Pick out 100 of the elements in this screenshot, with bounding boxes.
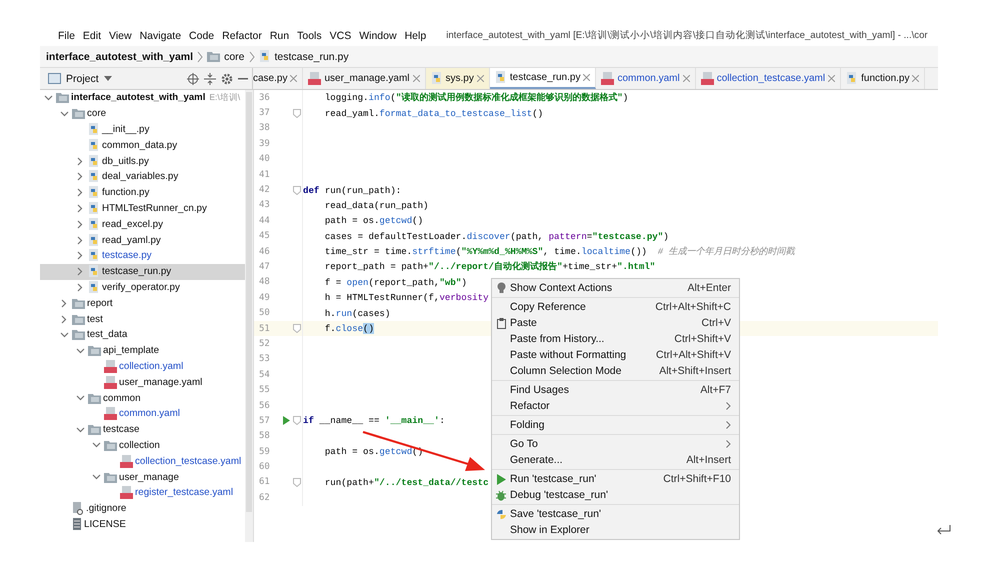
menu-item[interactable]: Refactor (218, 30, 266, 42)
close-icon[interactable] (682, 75, 690, 82)
tree-item[interactable]: api_template (40, 342, 245, 359)
editor-tab[interactable]: collection_testcase.yaml (696, 68, 842, 89)
chevron-down-icon[interactable] (44, 94, 52, 101)
python-icon (496, 508, 506, 520)
tree-item[interactable]: LICENSE (40, 516, 245, 532)
menu-item[interactable]: Run 'testcase_run' Ctrl+Shift+F10 (492, 471, 739, 487)
menu-item[interactable]: Run (266, 30, 294, 42)
scrollbar[interactable] (246, 92, 252, 512)
menu-item[interactable]: Navigate (136, 30, 186, 42)
tree-item[interactable]: collection_testcase.yaml (40, 453, 245, 470)
tree-item[interactable]: test (40, 311, 245, 327)
shortcut-text: Alt+Enter (688, 282, 731, 294)
breadcrumb-item[interactable]: core (224, 50, 244, 62)
tree-item[interactable]: testcase_run.py (40, 264, 245, 280)
tree-item[interactable]: read_excel.py (40, 216, 245, 232)
menu-item[interactable]: Edit (78, 30, 106, 42)
editor-tab[interactable]: sys.py (426, 68, 490, 89)
tree-item[interactable]: read_yaml.py (40, 232, 245, 248)
tree-item[interactable]: interface_autotest_with_yaml E:\培训\ (40, 90, 245, 106)
chevron-down-icon[interactable] (92, 474, 100, 480)
menu-item[interactable]: Paste from History... Ctrl+Shift+V (492, 331, 739, 347)
menu-item[interactable]: Show Context Actions Alt+Enter (492, 280, 739, 296)
line-number: 60 (258, 462, 271, 472)
menu-item[interactable]: Find Usages Alt+F7 (492, 382, 739, 398)
close-icon[interactable] (412, 75, 420, 82)
tree-item[interactable]: common_data.py (40, 137, 245, 154)
target-icon[interactable] (187, 72, 199, 84)
chevron-right-icon (248, 50, 254, 62)
chevron-down-icon[interactable] (76, 348, 84, 354)
tree-item[interactable]: core (40, 106, 245, 122)
tree-item[interactable]: report (40, 295, 245, 312)
menu-item[interactable]: Tools (293, 30, 326, 42)
menu-item[interactable]: Paste Ctrl+V (492, 315, 739, 331)
chevron-down-icon[interactable] (60, 110, 68, 117)
shortcut-text: Alt+F7 (700, 384, 731, 396)
minimize-icon[interactable] (238, 78, 248, 80)
tree-item[interactable]: common (40, 390, 245, 406)
run-icon[interactable] (283, 416, 290, 426)
panel-title[interactable]: Project (66, 72, 99, 84)
menu-item-label: Run 'testcase_run' (510, 473, 598, 485)
editor-tab[interactable]: common.yaml (596, 68, 696, 89)
tree-item[interactable]: .gitignore (40, 500, 245, 517)
tree-item[interactable]: deal_variables.py (40, 168, 245, 185)
tree-item[interactable]: HTMLTestRunner_cn.py (40, 200, 245, 216)
settings-icon[interactable] (221, 72, 233, 84)
line-number: 49 (258, 292, 271, 303)
menu-item[interactable]: Generate... Alt+Insert (492, 452, 739, 468)
menu-item[interactable]: Refactor (492, 398, 739, 414)
close-icon[interactable] (828, 75, 836, 82)
breadcrumb-item[interactable]: testcase_run.py (274, 50, 349, 62)
chevron-down-icon[interactable] (60, 332, 68, 338)
editor-tab[interactable]: case.py (253, 68, 304, 89)
close-icon[interactable] (583, 74, 590, 81)
menu-item[interactable]: Paste without Formatting Ctrl+Alt+Shift+V (492, 347, 739, 363)
shortcut-text: Ctrl+Shift+V (674, 333, 731, 345)
tree-item[interactable]: __init__.py (40, 122, 245, 138)
tree-item[interactable]: testcase.py (40, 248, 245, 264)
tree-item[interactable]: common.yaml (40, 406, 245, 422)
tree-item[interactable]: user_manage (40, 469, 245, 485)
tree-item[interactable]: test_data (40, 326, 245, 343)
tree-item[interactable]: testcase (40, 422, 245, 438)
editor-tab[interactable]: testcase_run.py (490, 68, 596, 89)
breadcrumb-item[interactable]: interface_autotest_with_yaml (46, 50, 194, 62)
shortcut-text: Ctrl+Shift+F10 (663, 473, 731, 485)
editor-tab[interactable]: user_manage.yaml (303, 68, 426, 89)
collapse-icon[interactable] (204, 72, 216, 84)
tree-item[interactable]: function.py (40, 184, 245, 201)
close-icon[interactable] (476, 75, 484, 82)
menu-item[interactable]: Debug 'testcase_run' (492, 487, 739, 503)
run-icon (496, 474, 506, 484)
tree-item[interactable]: register_testcase.yaml (40, 484, 245, 501)
menu-item[interactable]: VCS (326, 30, 356, 42)
menu-item[interactable]: Copy Reference Ctrl+Alt+Shift+C (492, 299, 739, 315)
menu-item[interactable]: Column Selection Mode Alt+Shift+Insert (492, 363, 739, 379)
line-number: 51 (258, 324, 271, 334)
menu-item[interactable]: File (54, 30, 79, 42)
tree-item[interactable]: db_uitls.py (40, 153, 245, 169)
chevron-down-icon[interactable] (76, 395, 84, 402)
tree-item[interactable]: collection.yaml (40, 358, 245, 374)
menu-item[interactable]: View (105, 30, 136, 42)
lightbulb-icon (496, 282, 506, 294)
shortcut-text: Alt+Insert (686, 454, 731, 466)
menu-item[interactable]: Window (355, 30, 401, 42)
menu-item[interactable]: Code (185, 30, 218, 42)
dropdown-icon[interactable] (104, 76, 112, 81)
line-number: 44 (258, 216, 271, 226)
yaml-file-icon (104, 376, 117, 389)
tree-item[interactable]: user_manage.yaml (40, 374, 245, 390)
close-icon[interactable] (912, 75, 920, 82)
editor-tab[interactable]: function.py (841, 68, 926, 89)
menu-item[interactable]: Go To (492, 436, 739, 452)
menu-item[interactable]: Folding (492, 417, 739, 433)
tree-item[interactable]: collection (40, 438, 245, 454)
tree-item[interactable]: verify_operator.py (40, 280, 245, 296)
close-icon[interactable] (290, 75, 298, 82)
menu-item[interactable]: Help (400, 30, 430, 42)
menu-item[interactable]: Show in Explorer (492, 522, 739, 538)
menu-item[interactable]: Save 'testcase_run' (492, 506, 739, 522)
